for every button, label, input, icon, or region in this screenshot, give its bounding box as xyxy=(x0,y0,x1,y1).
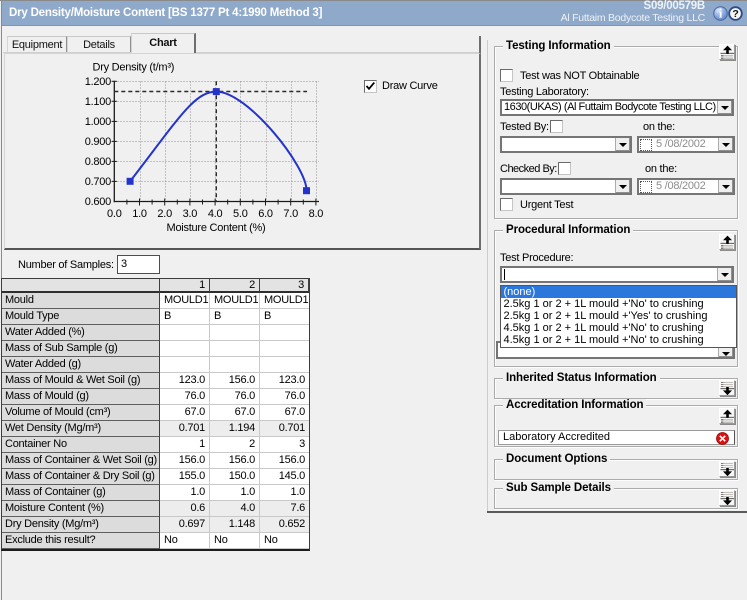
svg-text:0.800: 0.800 xyxy=(85,156,111,168)
svg-text:0.700: 0.700 xyxy=(85,176,111,188)
svg-text:Moisture Content (%): Moisture Content (%) xyxy=(167,222,266,234)
svg-text:2.0: 2.0 xyxy=(157,208,172,220)
svg-text:1.0: 1.0 xyxy=(132,208,147,220)
svg-text:5.0: 5.0 xyxy=(233,208,248,220)
svg-text:0.600: 0.600 xyxy=(85,196,111,208)
svg-text:6.0: 6.0 xyxy=(258,208,273,220)
svg-text:3.0: 3.0 xyxy=(183,208,198,220)
svg-text:4.0: 4.0 xyxy=(208,208,223,220)
svg-text:?: ? xyxy=(732,8,738,20)
svg-text:1.100: 1.100 xyxy=(85,96,111,108)
svg-text:8.0: 8.0 xyxy=(309,208,324,220)
svg-text:7.0: 7.0 xyxy=(283,208,298,220)
svg-text:0.900: 0.900 xyxy=(85,136,111,148)
svg-text:1.200: 1.200 xyxy=(85,76,111,88)
svg-text:1.000: 1.000 xyxy=(85,116,111,128)
svg-text:0.0: 0.0 xyxy=(107,208,122,220)
svg-text:Dry Density (t/m³): Dry Density (t/m³) xyxy=(93,62,175,74)
